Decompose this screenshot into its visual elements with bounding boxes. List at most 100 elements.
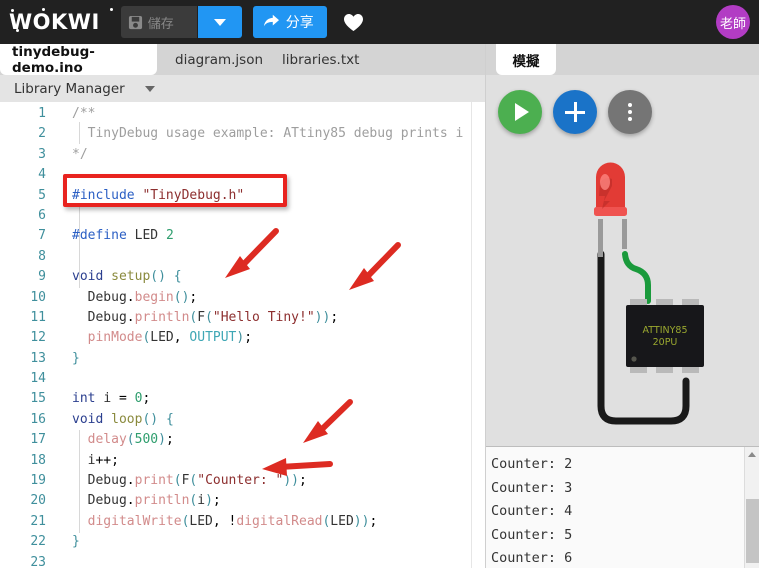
line-number: 19: [30, 473, 46, 489]
code-line: 1 /**: [0, 104, 486, 124]
line-number: 9: [38, 269, 46, 285]
line-number: 1: [38, 106, 46, 121]
start-simulation-button[interactable]: [498, 90, 542, 134]
scrollbar-thumb[interactable]: [746, 499, 759, 563]
tab-label: libraries.txt: [282, 51, 360, 68]
kebab-menu-icon: [628, 103, 632, 121]
line-number: 16: [30, 411, 46, 427]
line-number: 23: [30, 554, 46, 568]
heart-icon[interactable]: [343, 13, 364, 32]
simulation-controls: [486, 75, 759, 149]
code-line: 13}: [0, 349, 486, 369]
line-number: 20: [30, 493, 46, 509]
serial-scrollbar[interactable]: [744, 447, 759, 568]
save-options-button[interactable]: [197, 6, 242, 38]
code-line: 9 void setup() {: [0, 267, 486, 287]
line-number: 22: [30, 534, 46, 550]
share-label: 分享: [285, 14, 314, 30]
share-arrow-icon: [262, 13, 280, 32]
led-leg-cathode: [598, 219, 603, 257]
wokwi-logo-text: WOKWI: [9, 9, 100, 34]
more-options-button[interactable]: [608, 90, 652, 134]
line-number: 13: [30, 350, 46, 366]
top-toolbar: WOKWI 儲存 分享 老師: [0, 0, 759, 44]
code-line: 23: [0, 553, 486, 568]
logo-node-icon: [16, 28, 19, 32]
tab-simulation[interactable]: 模擬: [496, 44, 556, 75]
code-line: 21 digitalWrite(LED, !digitalRead(LED));: [0, 512, 486, 532]
code-line: 3 */: [0, 145, 486, 165]
serial-line: Counter: 2: [491, 456, 573, 472]
code-text: Debug.println(i);: [87, 493, 221, 509]
wokwi-app: WOKWI 儲存 分享 老師 tinydebug-demo.ino diagra…: [0, 0, 759, 568]
code-text: }: [72, 534, 80, 550]
code-line: 8: [0, 247, 486, 267]
simulation-tabs: 模擬: [486, 44, 759, 75]
tab-libraries-txt[interactable]: libraries.txt: [270, 44, 371, 75]
led-leg-anode: [622, 219, 627, 249]
led-part: [594, 162, 627, 216]
editor-scrollbar[interactable]: [471, 102, 485, 568]
plus-icon: [565, 102, 585, 122]
add-part-button[interactable]: [553, 90, 597, 134]
code-text: */: [72, 146, 88, 162]
line-number: 7: [38, 228, 46, 244]
code-text: /**: [72, 106, 96, 121]
line-number: 5: [38, 187, 46, 203]
tab-diagram-json[interactable]: diagram.json: [163, 44, 275, 75]
floppy-disk-icon: [128, 15, 143, 30]
code-line: 7 #define LED 2: [0, 226, 486, 246]
code-text: void loop() {: [72, 411, 174, 427]
chevron-up-icon[interactable]: [748, 452, 756, 457]
circuit-diagram: ATTINY85 20PU: [594, 162, 704, 425]
line-number: 18: [30, 452, 46, 468]
code-line: 15 int i = 0;: [0, 389, 486, 409]
code-line: 16 void loop() {: [0, 410, 486, 430]
chevron-down-icon[interactable]: [144, 85, 155, 92]
save-label: 儲存: [147, 15, 174, 31]
save-button[interactable]: 儲存: [120, 6, 197, 38]
code-text: Debug.print(F("Counter: "));: [87, 473, 307, 489]
code-text: i++;: [87, 452, 119, 468]
attiny85-part: ATTINY85 20PU: [626, 299, 704, 373]
code-text: TinyDebug usage example: ATtiny85 debug …: [72, 126, 464, 142]
code-text: pinMode(LED, OUTPUT);: [87, 330, 253, 346]
library-manager-bar: Library Manager: [0, 75, 486, 102]
tab-label: 模擬: [512, 53, 540, 70]
circuit-canvas[interactable]: ATTINY85 20PU: [486, 149, 759, 446]
code-text: }: [72, 350, 80, 366]
serial-line: Counter: 3: [491, 479, 573, 496]
code-text: Debug.begin();: [87, 289, 198, 305]
chip-label-line1: ATTINY85: [643, 325, 688, 336]
serial-monitor[interactable]: Counter: 2 Counter: 3 Counter: 4 Counter…: [486, 446, 759, 568]
serial-line: Counter: 6: [491, 550, 573, 566]
tab-tinydebug-demo-ino[interactable]: tinydebug-demo.ino: [0, 43, 157, 76]
wokwi-logo[interactable]: WOKWI: [9, 7, 113, 34]
code-text: digitalWrite(LED, !digitalRead(LED));: [87, 513, 378, 529]
code-line: 22}: [0, 532, 486, 552]
code-line: 20 Debug.println(i);: [0, 491, 486, 511]
include-highlight-box: [63, 174, 287, 207]
library-manager-label[interactable]: Library Manager: [14, 81, 125, 97]
code-line: 14: [0, 369, 486, 389]
logo-node-icon: [110, 7, 113, 11]
code-text: int i = 0;: [72, 391, 151, 407]
chip-label-line2: 20PU: [653, 337, 678, 348]
line-number: 2: [38, 126, 46, 142]
share-button[interactable]: 分享: [252, 6, 327, 38]
logo-node-icon: [11, 8, 14, 12]
serial-output: Counter: 2 Counter: 3 Counter: 4 Counter…: [491, 453, 737, 568]
editor-pane: tinydebug-demo.ino diagram.json librarie…: [0, 44, 486, 568]
code-lines: 1 /** 2 TinyDebug usage example: ATtiny85…: [0, 102, 486, 568]
avatar-label: 老師: [719, 16, 746, 32]
code-line: 2 TinyDebug usage example: ATtiny85 debu…: [0, 124, 486, 144]
avatar[interactable]: 老師: [716, 5, 750, 39]
tab-label: tinydebug-demo.ino: [12, 43, 95, 76]
chevron-down-icon: [213, 18, 226, 26]
line-number: 10: [30, 289, 46, 305]
code-text: delay(500);: [87, 432, 174, 448]
code-line: 17 delay(500);: [0, 430, 486, 450]
serial-line: Counter: 5: [491, 526, 573, 543]
code-editor[interactable]: 1 /** 2 TinyDebug usage example: ATtiny85…: [0, 102, 486, 568]
play-icon: [515, 103, 529, 121]
